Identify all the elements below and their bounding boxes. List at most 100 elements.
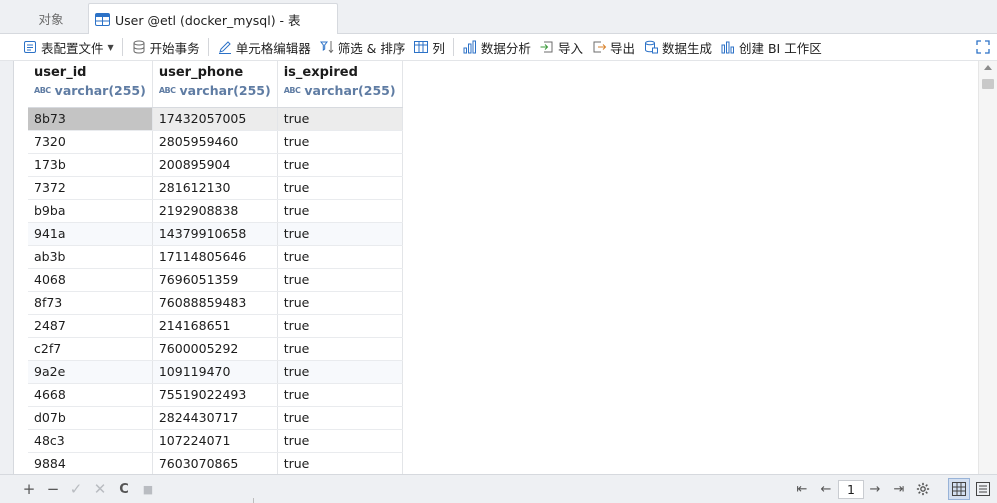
previous-page-button[interactable]: ←: [817, 480, 835, 498]
scroll-up-icon[interactable]: [984, 65, 992, 70]
table-row[interactable]: 4068 7696051359 true: [28, 268, 403, 292]
page-number-input[interactable]: 1: [838, 480, 864, 499]
table-cell[interactable]: 17114805646: [152, 245, 278, 269]
table-cell[interactable]: b9ba: [28, 199, 153, 223]
begin-transaction-button[interactable]: 开始事务: [127, 36, 204, 58]
apply-changes-button[interactable]: ✓: [67, 480, 85, 498]
form-view-button[interactable]: [972, 478, 994, 500]
table-row[interactable]: ab3b 17114805646 true: [28, 245, 403, 269]
import-button[interactable]: 导入: [535, 36, 587, 58]
column-header-is-expired[interactable]: is_expired ABC varchar(255): [277, 61, 403, 108]
table-cell[interactable]: true: [277, 406, 403, 430]
table-row[interactable]: 2487 214168651 true: [28, 314, 403, 338]
table-cell[interactable]: 107224071: [152, 429, 278, 453]
refresh-button[interactable]: C: [115, 480, 133, 498]
table-cell[interactable]: 4068: [28, 268, 153, 292]
table-cell[interactable]: 281612130: [152, 176, 278, 200]
table-row[interactable]: 941a 14379910658 true: [28, 222, 403, 246]
table-cell[interactable]: 941a: [28, 222, 153, 246]
table-row[interactable]: 9a2e 109119470 true: [28, 360, 403, 384]
tab-table-user[interactable]: User @etl (docker_mysql) - 表: [88, 3, 338, 34]
table-row[interactable]: 8f73 76088859483 true: [28, 291, 403, 315]
table-cell[interactable]: 9a2e: [28, 360, 153, 384]
table-row[interactable]: c2f7 7600005292 true: [28, 337, 403, 361]
table-cell[interactable]: true: [277, 222, 403, 246]
create-bi-workspace-button[interactable]: 创建 BI 工作区: [716, 36, 826, 58]
table-cell[interactable]: 7600005292: [152, 337, 278, 361]
table-cell[interactable]: 7372: [28, 176, 153, 200]
table-cell[interactable]: true: [277, 153, 403, 177]
table-cell[interactable]: 76088859483: [152, 291, 278, 315]
discard-changes-button[interactable]: ✕: [91, 480, 109, 498]
table-cell[interactable]: 8f73: [28, 291, 153, 315]
table-cell[interactable]: 214168651: [152, 314, 278, 338]
table-config-button[interactable]: 表配置文件 ▼: [18, 36, 118, 58]
table-row[interactable]: 173b 200895904 true: [28, 153, 403, 177]
columns-button[interactable]: 列: [409, 36, 449, 58]
export-button[interactable]: 导出: [587, 36, 639, 58]
table-cell[interactable]: 2805959460: [152, 130, 278, 154]
table-cell[interactable]: 17432057005: [152, 107, 278, 131]
table-cell[interactable]: 4668: [28, 383, 153, 407]
add-record-button[interactable]: +: [20, 480, 38, 498]
table-row[interactable]: 4668 75519022493 true: [28, 383, 403, 407]
table-row[interactable]: d07b 2824430717 true: [28, 406, 403, 430]
table-cell[interactable]: c2f7: [28, 337, 153, 361]
table-cell[interactable]: 7320: [28, 130, 153, 154]
table-cell[interactable]: 14379910658: [152, 222, 278, 246]
table-row[interactable]: 9884 7603070865 true: [28, 452, 403, 474]
data-generation-button[interactable]: 数据生成: [639, 36, 716, 58]
table-cell[interactable]: true: [277, 383, 403, 407]
table-cell[interactable]: d07b: [28, 406, 153, 430]
table-cell[interactable]: 48c3: [28, 429, 153, 453]
table-cell[interactable]: 7696051359: [152, 268, 278, 292]
table-row[interactable]: b9ba 2192908838 true: [28, 199, 403, 223]
stop-button[interactable]: ■: [139, 480, 157, 498]
table-cell[interactable]: 109119470: [152, 360, 278, 384]
table-cell[interactable]: 75519022493: [152, 383, 278, 407]
table-cell[interactable]: true: [277, 291, 403, 315]
table-cell[interactable]: true: [277, 337, 403, 361]
table-cell[interactable]: ab3b: [28, 245, 153, 269]
cell-editor-button[interactable]: 单元格编辑器: [213, 36, 315, 58]
fullscreen-icon[interactable]: [975, 39, 991, 55]
table-cell[interactable]: 8b73: [28, 107, 153, 131]
toolbar-divider: [452, 38, 454, 56]
table-cell[interactable]: 7603070865: [152, 452, 278, 474]
columns-icon: [414, 41, 429, 53]
table-cell[interactable]: true: [277, 314, 403, 338]
table-cell[interactable]: 9884: [28, 452, 153, 474]
table-cell[interactable]: true: [277, 360, 403, 384]
first-page-button[interactable]: ⇤: [793, 480, 811, 498]
scrollbar-thumb[interactable]: [982, 79, 994, 89]
tab-objects[interactable]: 对象: [14, 3, 88, 34]
table-row[interactable]: 48c3 107224071 true: [28, 429, 403, 453]
next-page-button[interactable]: →: [866, 480, 884, 498]
table-cell[interactable]: true: [277, 130, 403, 154]
table-cell[interactable]: true: [277, 452, 403, 474]
table-cell[interactable]: 2824430717: [152, 406, 278, 430]
vertical-scrollbar[interactable]: [978, 61, 997, 474]
tab-bar: 对象 User @etl (docker_mysql) - 表: [0, 0, 997, 34]
table-cell[interactable]: 200895904: [152, 153, 278, 177]
settings-button[interactable]: [914, 480, 932, 498]
delete-record-button[interactable]: −: [44, 480, 62, 498]
grid-view-button[interactable]: [948, 478, 970, 500]
filter-sort-button[interactable]: 筛选 & 排序: [315, 36, 410, 58]
table-cell[interactable]: true: [277, 176, 403, 200]
data-analysis-button[interactable]: 数据分析: [458, 36, 535, 58]
table-cell[interactable]: true: [277, 199, 403, 223]
table-cell[interactable]: 2487: [28, 314, 153, 338]
last-page-button[interactable]: ⇥: [890, 480, 908, 498]
table-row[interactable]: 8b73 17432057005 true: [28, 107, 403, 131]
table-row[interactable]: 7372 281612130 true: [28, 176, 403, 200]
table-cell[interactable]: 2192908838: [152, 199, 278, 223]
column-header-user-id[interactable]: user_id ABC varchar(255): [28, 61, 153, 108]
table-cell[interactable]: true: [277, 268, 403, 292]
table-cell[interactable]: true: [277, 245, 403, 269]
table-cell[interactable]: true: [277, 429, 403, 453]
table-cell[interactable]: true: [277, 107, 403, 131]
table-cell[interactable]: 173b: [28, 153, 153, 177]
table-row[interactable]: 7320 2805959460 true: [28, 130, 403, 154]
column-header-user-phone[interactable]: user_phone ABC varchar(255): [152, 61, 278, 108]
